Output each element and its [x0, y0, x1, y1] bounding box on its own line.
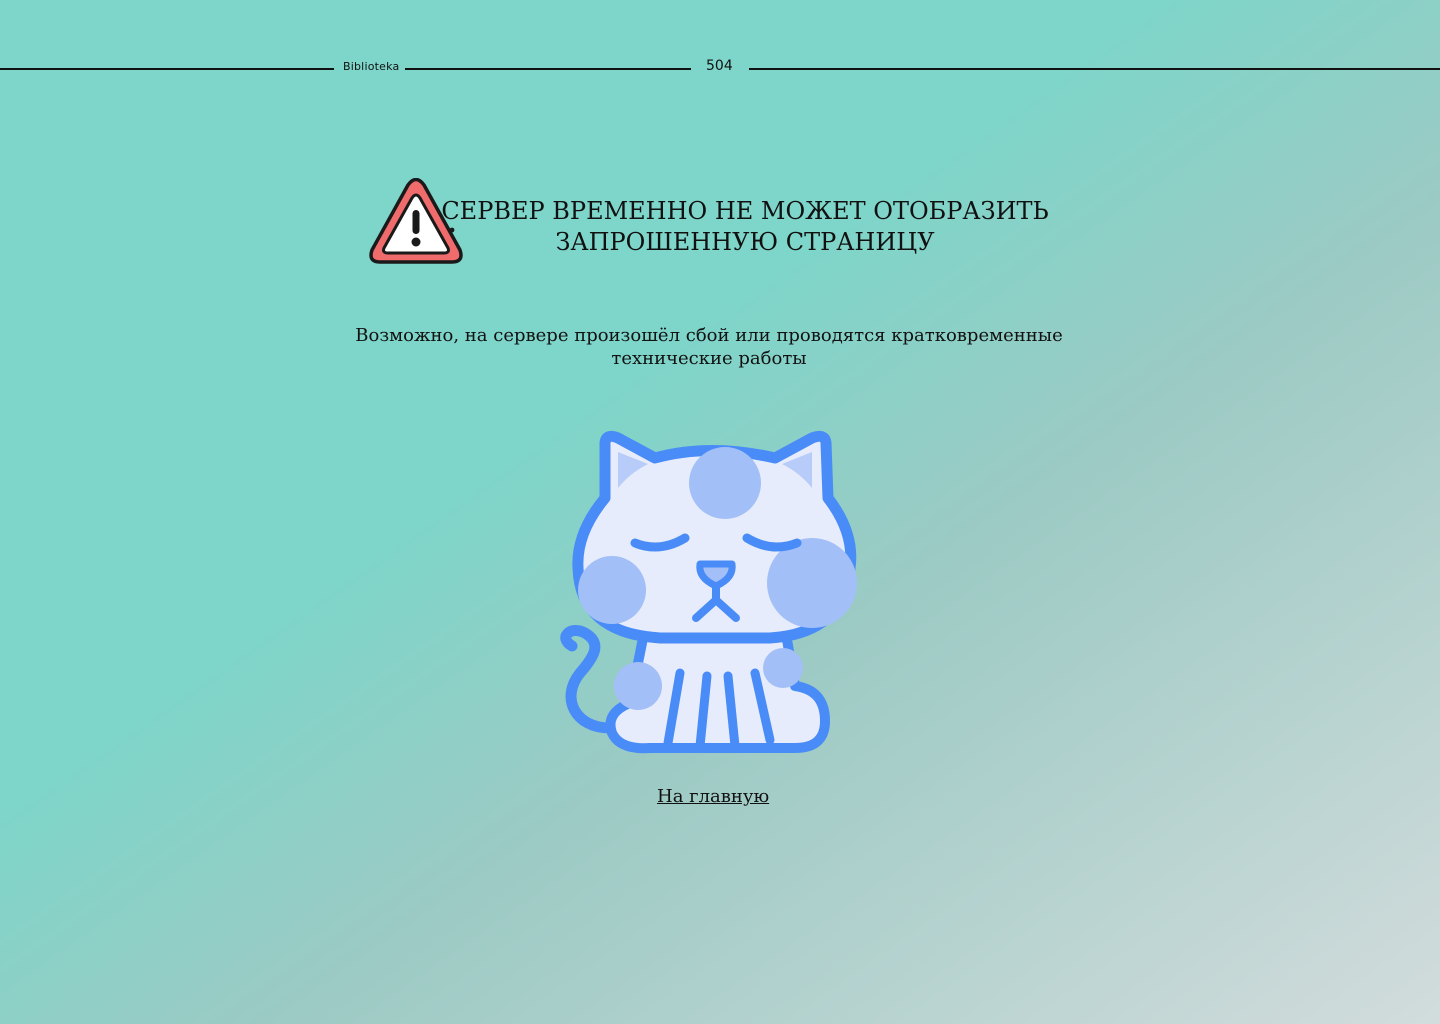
header-divider-middle — [405, 68, 691, 70]
header-divider-left — [0, 68, 334, 70]
brand-link[interactable]: Biblioteka — [343, 60, 399, 73]
header-divider-right — [749, 68, 1440, 70]
home-link[interactable]: На главную — [657, 786, 769, 807]
sad-cat-illustration — [560, 430, 857, 754]
error-description: Возможно, на сервере произошёл сбой или … — [355, 325, 1063, 369]
error-code: 504 — [706, 58, 733, 74]
page-title: СЕРВЕР ВРЕМЕННО НЕ МОЖЕТ ОТОБРАЗИТЬ ЗАПР… — [441, 197, 1049, 256]
